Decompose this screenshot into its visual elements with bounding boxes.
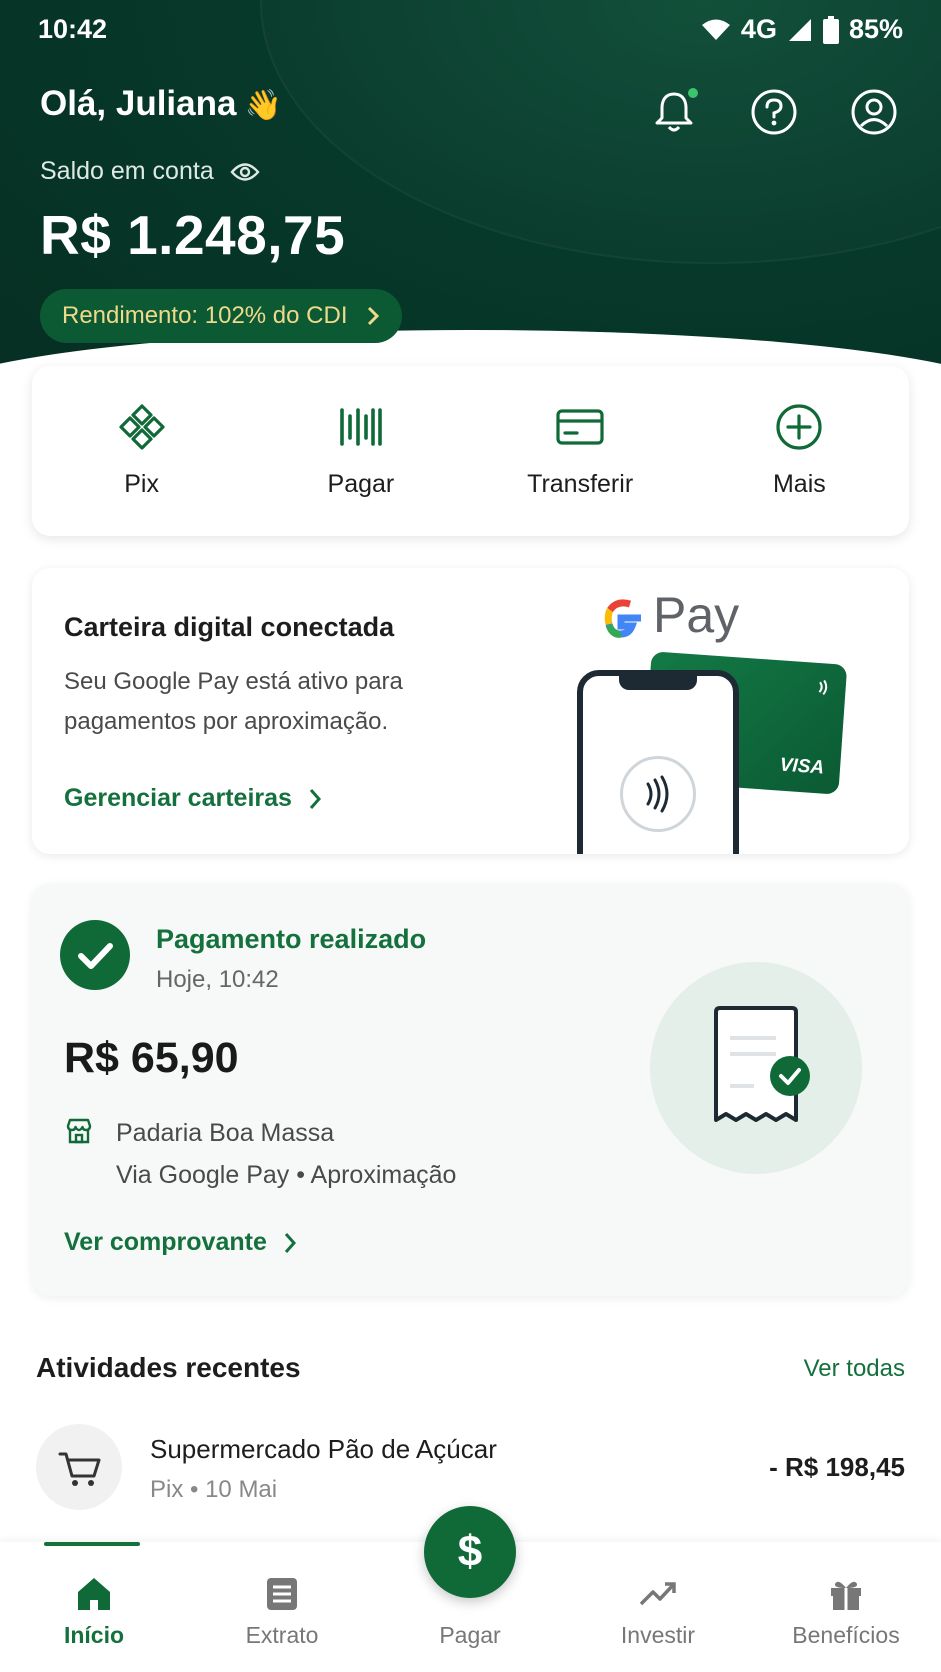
nav-label-inicio: Início [63,1622,125,1648]
status-bar: 10:42 4G 85% [0,0,941,60]
payment-status-title: Pagamento realizado [156,924,427,954]
nav-item-investir[interactable]: Investir [564,1542,752,1672]
eye-icon[interactable] [230,161,260,183]
balance-label-row: Saldo em conta [40,157,260,186]
list-item[interactable]: Supermercado Pão de Açúcar Pix • 10 Mai … [0,1420,941,1520]
card-brand: VISA [779,754,825,779]
status-indicators: 4G 85% [701,14,903,45]
wallet-description: Seu Google Pay está ativo para pagamento… [64,668,403,735]
nav-item-beneficios[interactable]: Benefícios [752,1542,940,1672]
card-icon [556,409,604,445]
check-icon [78,943,113,969]
help-button[interactable] [750,88,798,136]
barcode-icon [340,408,382,446]
wallet-illustration: VISA [577,651,848,854]
network-type: 4G [740,14,777,44]
phone-image [577,670,739,854]
battery-level: 85% [848,14,903,44]
account-balance: R$ 1.248,75 [40,204,346,266]
nfc-circle [620,756,696,832]
waving-hand-icon: 👋 [244,89,282,122]
statement-icon [267,1578,297,1610]
payment-time: Hoje, 10:42 [156,966,279,993]
action-transferir[interactable]: Transferir [471,366,690,536]
nav-label-extrato: Extrato [245,1622,319,1648]
action-pagar-label: Pagar [327,470,395,498]
yield-label: Rendimento: 102% do CDI [62,302,348,329]
action-mais[interactable]: Mais [690,366,909,536]
activity-name: Supermercado Pão de Açúcar [150,1434,497,1464]
pay-fab-button[interactable]: $ [424,1506,516,1598]
recent-activity-title: Atividades recentes [36,1352,301,1383]
dollar-icon: $ [457,1527,483,1576]
view-receipt-link[interactable]: Ver comprovante [64,1228,297,1257]
nfc-icon [646,775,669,813]
action-transferir-label: Transferir [527,470,634,498]
user-circle-icon [851,89,897,135]
merchant-info: Padaria Boa Massa Via Google Pay • Aprox… [116,1112,456,1196]
shopping-cart-icon [58,1452,101,1486]
nav-item-extrato[interactable]: Extrato [188,1542,376,1672]
quick-actions-card: Pix Pagar Transferir Mais [32,366,909,536]
chevron-right-icon [367,306,379,326]
chevron-right-icon [284,1232,296,1253]
phone-notch [619,674,697,690]
notifications-button[interactable] [650,88,698,136]
yield-chip[interactable]: Rendimento: 102% do CDI [40,289,402,343]
nav-label-pagar: Pagar [439,1622,501,1648]
wifi-icon [701,19,730,40]
activity-icon-wrapper [36,1424,122,1510]
greeting: Olá, Juliana 👋 [40,84,282,124]
google-pay-logo: Pay [597,586,747,650]
manage-wallets-label: Gerenciar carteiras [64,784,292,812]
pix-icon [119,404,165,450]
action-pagar[interactable]: Pagar [251,366,470,536]
gift-icon [831,1581,861,1610]
active-tab-indicator [44,1542,140,1546]
bell-icon [655,88,698,132]
greeting-text: Olá, Juliana [40,84,237,123]
action-pix-label: Pix [124,470,159,498]
manage-wallets-link[interactable]: Gerenciar carteiras [64,784,322,813]
see-all-link[interactable]: Ver todas [804,1355,905,1383]
nav-label-beneficios: Benefícios [792,1622,900,1648]
receipt-illustration [650,962,862,1174]
activity-amount: - R$ 198,45 [769,1452,905,1482]
view-receipt-label: Ver comprovante [64,1228,267,1256]
google-g-icon [604,599,641,638]
nav-label-investir: Investir [620,1622,696,1648]
activity-subtitle: Pix • 10 Mai [150,1476,278,1503]
profile-button[interactable] [850,88,898,136]
plus-circle-icon [776,404,822,450]
action-mais-label: Mais [772,470,826,498]
payment-amount: R$ 65,90 [64,1034,239,1082]
home-icon [78,1578,110,1610]
nav-item-inicio[interactable]: Início [0,1542,188,1672]
wallet-title: Carteira digital conectada [64,612,395,642]
merchant-name: Padaria Boa Massa [116,1119,335,1147]
receipt-icon [714,1006,810,1122]
gpay-text: Pay [653,587,740,643]
battery-icon [822,15,839,44]
success-check-icon [60,920,130,990]
trending-up-icon [639,1582,676,1606]
status-time: 10:42 [38,14,108,44]
balance-label: Saldo em conta [40,157,214,185]
chevron-right-icon [309,788,321,809]
payment-method: Via Google Pay • Aproximação [116,1161,457,1189]
store-icon [64,1116,94,1151]
action-pix[interactable]: Pix [32,366,251,536]
help-circle-icon [751,89,797,135]
contactless-icon [818,679,828,696]
signal-icon [788,18,811,41]
